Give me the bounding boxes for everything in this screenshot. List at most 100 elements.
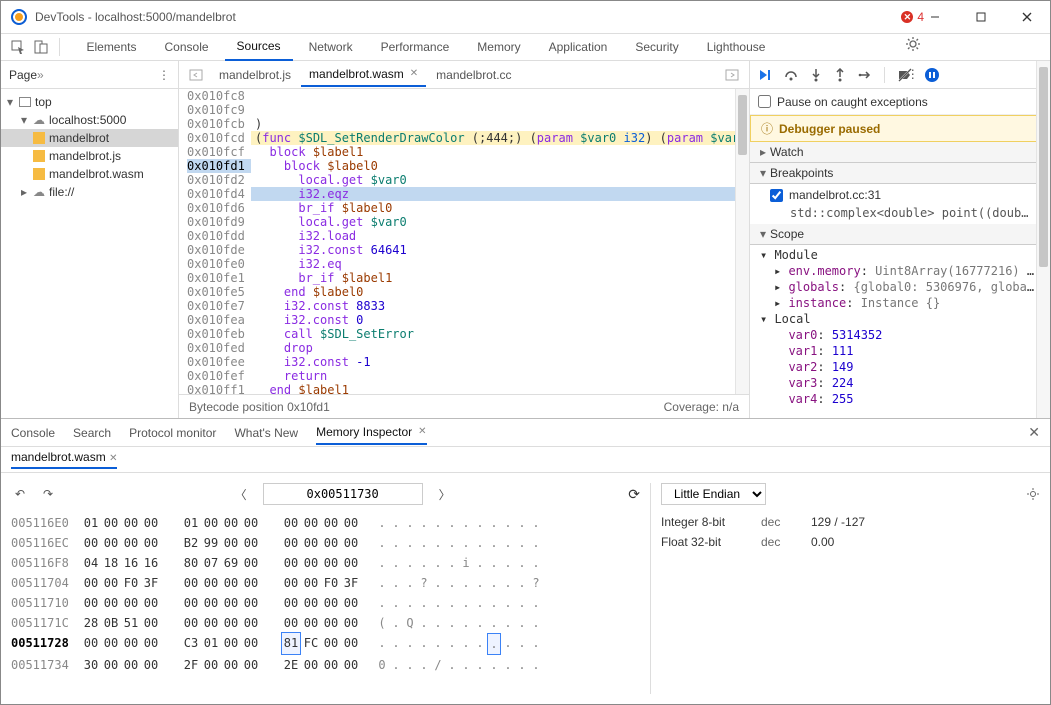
close-icon[interactable]: ✕ <box>410 68 418 79</box>
inspect-icon[interactable] <box>9 37 26 57</box>
panel-tabs: ElementsConsoleSourcesNetworkPerformance… <box>74 33 777 61</box>
drawer-tab[interactable]: Protocol monitor <box>129 422 216 444</box>
editor-tab[interactable]: mandelbrot.cc <box>428 64 519 86</box>
step-over-icon[interactable] <box>784 69 798 81</box>
drawer: Console Search Protocol monitor What's N… <box>1 418 1050 704</box>
panel-tab[interactable]: Memory <box>465 34 532 60</box>
pause-on-caught-checkbox[interactable] <box>758 95 771 108</box>
scope-item[interactable]: ▸ globals: {global0: 5306976, global1: 6… <box>760 279 1040 295</box>
breakpoints-section[interactable]: ▾Breakpoints <box>750 163 1050 184</box>
undo-icon[interactable]: ↶ <box>11 487 29 501</box>
gear-icon[interactable] <box>903 34 923 54</box>
tree-file-scheme[interactable]: ▸☁ file:// <box>1 183 178 201</box>
editor-tabs: mandelbrot.js mandelbrot.wasm✕ mandelbro… <box>179 61 749 89</box>
panel-tab[interactable]: Console <box>153 34 221 60</box>
scrollbar[interactable] <box>735 89 749 394</box>
frame-icon <box>19 97 31 107</box>
deactivate-breakpoints-icon[interactable] <box>897 68 913 82</box>
cloud-icon: ☁ <box>33 185 45 199</box>
redo-icon[interactable]: ↷ <box>39 487 57 501</box>
address-input[interactable] <box>263 483 423 505</box>
nav-fwd-icon[interactable] <box>719 68 745 82</box>
watch-section[interactable]: ▸Watch <box>750 142 1050 163</box>
file-tree: ▾ top ▾☁ localhost:5000 mandelbrot mande… <box>1 89 178 205</box>
bytecode-position: Bytecode position 0x10fd1 <box>189 400 330 414</box>
coverage-status: Coverage: n/a <box>664 400 739 414</box>
devtools-icon <box>11 9 27 25</box>
nav-back-icon[interactable] <box>183 68 209 82</box>
drawer-tabs: Console Search Protocol monitor What's N… <box>1 419 1050 447</box>
pause-exceptions-icon[interactable] <box>925 68 939 82</box>
step-icon[interactable] <box>858 69 872 81</box>
scope-local-var[interactable]: var1: 111 <box>760 343 1040 359</box>
endian-select[interactable]: Little Endian <box>661 483 766 505</box>
tree-top[interactable]: ▾ top <box>1 93 178 111</box>
editor-tab[interactable]: mandelbrot.wasm✕ <box>301 63 426 87</box>
file-icon <box>33 150 45 162</box>
file-icon <box>33 132 45 144</box>
scrollbar[interactable] <box>1036 61 1050 418</box>
drawer-tab[interactable]: What's New <box>234 422 298 444</box>
value-row: Integer 8-bitdec129 / -127 <box>661 515 1040 529</box>
scope-module[interactable]: ▾ Module <box>760 247 1040 263</box>
memory-subtab[interactable]: mandelbrot.wasm ✕ <box>11 450 117 469</box>
chevron-right-icon[interactable]: » <box>37 68 44 82</box>
hex-view[interactable]: 005116E0010000000100000000000000........… <box>11 513 640 675</box>
panel-tab[interactable]: Performance <box>369 34 462 60</box>
scope-local-var[interactable]: var2: 149 <box>760 359 1040 375</box>
scope-local[interactable]: ▾ Local <box>760 311 1040 327</box>
memory-nav: ↶ ↷ 〈 〉 ⟳ <box>11 483 640 505</box>
panel-tab[interactable]: Sources <box>225 33 293 61</box>
breakpoint-item[interactable]: mandelbrot.cc:31 <box>750 184 1050 206</box>
close-icon[interactable]: ✕ <box>109 453 117 464</box>
errors-badge[interactable]: ✕ 4 <box>901 10 924 24</box>
editor-panel: mandelbrot.js mandelbrot.wasm✕ mandelbro… <box>179 61 750 418</box>
step-into-icon[interactable] <box>810 68 822 82</box>
value-row: Float 32-bitdec0.00 <box>661 535 1040 549</box>
memory-subtabs: mandelbrot.wasm ✕ <box>1 447 1050 473</box>
drawer-tab[interactable]: Memory Inspector✕ <box>316 421 426 445</box>
memory-inspector: ↶ ↷ 〈 〉 ⟳ 005116E00100000001000000000000… <box>1 473 1050 704</box>
scope-local-var[interactable]: var3: 224 <box>760 375 1040 391</box>
file-icon <box>33 168 45 180</box>
main-area: Page » ⋮ ▾ top ▾☁ localhost:5000 mandelb… <box>1 61 1050 418</box>
gear-icon[interactable] <box>1026 487 1040 501</box>
navigator-panel: Page » ⋮ ▾ top ▾☁ localhost:5000 mandelb… <box>1 61 179 418</box>
panel-tab[interactable]: Elements <box>74 34 148 60</box>
next-page-icon[interactable]: 〉 <box>439 486 451 503</box>
drawer-tab[interactable]: Search <box>73 422 111 444</box>
breakpoint-text: std::complex<double> point((double)x … <box>750 206 1050 224</box>
scope-local-var[interactable]: var4: 255 <box>760 391 1040 407</box>
prev-page-icon[interactable]: 〈 <box>235 486 247 503</box>
cloud-icon: ☁ <box>33 113 45 127</box>
scope-item[interactable]: ▸ env.memory: Uint8Array(16777216) [101,… <box>760 263 1040 279</box>
tree-item[interactable]: mandelbrot.wasm <box>1 165 178 183</box>
close-drawer-icon[interactable]: ✕ <box>1028 424 1040 441</box>
panel-tab[interactable]: Lighthouse <box>695 34 778 60</box>
device-icon[interactable] <box>32 37 49 57</box>
refresh-icon[interactable]: ⟳ <box>628 486 640 503</box>
step-out-icon[interactable] <box>834 68 846 82</box>
pause-on-caught[interactable]: Pause on caught exceptions <box>750 89 1050 115</box>
panel-tab[interactable]: Network <box>297 34 365 60</box>
code-editor[interactable]: 0x010fc80x010fc90x010fcb0x010fcd0x010fcf… <box>179 89 749 394</box>
tree-origin[interactable]: ▾☁ localhost:5000 <box>1 111 178 129</box>
breakpoint-checkbox[interactable] <box>770 189 783 202</box>
info-icon: ⓘ <box>761 120 773 137</box>
panel-tab[interactable]: Application <box>537 34 620 60</box>
scope-section[interactable]: ▾Scope <box>750 224 1050 245</box>
scope-item[interactable]: ▸ instance: Instance {} <box>760 295 1040 311</box>
close-icon[interactable]: ✕ <box>418 426 426 437</box>
scope-local-var[interactable]: var0: 5314352 <box>760 327 1040 343</box>
memory-values: Little Endian Integer 8-bitdec129 / -127… <box>650 483 1040 694</box>
window-title: DevTools - localhost:5000/mandelbrot <box>35 10 236 24</box>
tree-item[interactable]: mandelbrot <box>1 129 178 147</box>
debugger-toolbar <box>750 61 1050 89</box>
debugger-paused-banner: ⓘ Debugger paused <box>750 115 1050 142</box>
panel-tab[interactable]: Security <box>623 34 690 60</box>
kebab-icon[interactable]: ⋮ <box>158 68 170 82</box>
drawer-tab[interactable]: Console <box>11 422 55 444</box>
tree-item[interactable]: mandelbrot.js <box>1 147 178 165</box>
editor-tab[interactable]: mandelbrot.js <box>211 64 299 86</box>
resume-icon[interactable] <box>758 68 772 82</box>
